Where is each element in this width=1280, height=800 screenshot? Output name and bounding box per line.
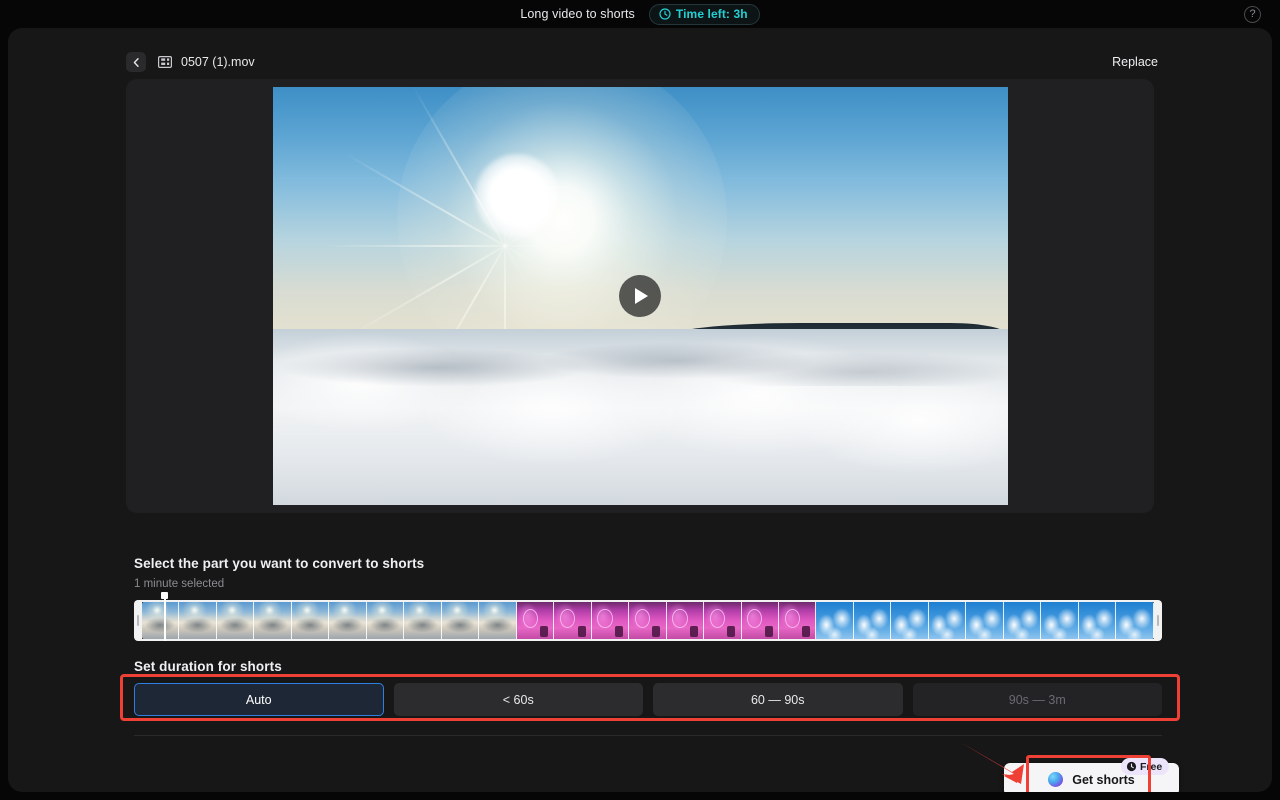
timeline-playhead[interactable] bbox=[164, 595, 166, 641]
free-badge: Free bbox=[1121, 758, 1169, 775]
timeline-thumbnail bbox=[629, 602, 666, 639]
video-cloud-sea bbox=[273, 329, 1008, 505]
timeline-selection-top-edge bbox=[142, 600, 1154, 602]
sun-ray bbox=[321, 245, 551, 247]
timeline-thumbnail bbox=[779, 602, 816, 639]
chevron-left-icon bbox=[131, 57, 142, 68]
timeline-thumbnail bbox=[442, 602, 479, 639]
timeline-thumbnail bbox=[891, 602, 928, 639]
timeline-thumbnail bbox=[704, 602, 741, 639]
timeline-thumbnail bbox=[667, 602, 704, 639]
top-bar: Long video to shorts Time left: 3h ? bbox=[0, 0, 1280, 28]
get-shorts-label: Get shorts bbox=[1072, 773, 1135, 787]
main-card: 0507 (1).mov Replace Select the part you… bbox=[8, 28, 1272, 792]
timeline-thumbnail bbox=[254, 602, 291, 639]
card-header: 0507 (1).mov Replace bbox=[126, 48, 1162, 76]
clock-icon bbox=[1126, 761, 1137, 772]
duration-option-0[interactable]: Auto bbox=[134, 683, 384, 716]
timeline-thumbnail bbox=[1041, 602, 1078, 639]
timeline-scrubber[interactable] bbox=[134, 600, 1162, 641]
timeline-handle-left[interactable] bbox=[134, 600, 142, 641]
replace-button[interactable]: Replace bbox=[1108, 52, 1162, 72]
timeline-thumbnail bbox=[554, 602, 591, 639]
sparkle-orb-icon bbox=[1048, 772, 1063, 787]
video-sun bbox=[475, 154, 559, 238]
time-left-badge: Time left: 3h bbox=[649, 4, 760, 25]
timeline-thumbnail bbox=[1079, 602, 1116, 639]
timeline-thumbnail bbox=[592, 602, 629, 639]
video-frame[interactable] bbox=[273, 87, 1008, 505]
duration-option-1[interactable]: < 60s bbox=[394, 683, 644, 716]
timeline-thumbnail bbox=[179, 602, 216, 639]
duration-section-title: Set duration for shorts bbox=[134, 659, 282, 674]
clock-icon bbox=[659, 8, 671, 20]
timeline-handle-right[interactable] bbox=[1154, 600, 1162, 641]
duration-option-3: 90s — 3m bbox=[913, 683, 1163, 716]
timeline-thumbnail bbox=[517, 602, 554, 639]
timeline-thumbnail bbox=[367, 602, 404, 639]
video-cloud-shadow bbox=[273, 340, 1008, 386]
film-strip-icon bbox=[158, 56, 172, 68]
timeline-selection-bottom-edge bbox=[142, 639, 1154, 641]
play-icon bbox=[635, 288, 648, 304]
app-title: Long video to shorts bbox=[520, 7, 635, 21]
selection-duration-label: 1 minute selected bbox=[134, 578, 224, 590]
timeline-thumbnail bbox=[854, 602, 891, 639]
timeline-thumbnail bbox=[929, 602, 966, 639]
timeline-thumbnail bbox=[966, 602, 1003, 639]
help-icon[interactable]: ? bbox=[1244, 6, 1261, 23]
duration-options-row: Auto < 60s 60 — 90s 90s — 3m bbox=[134, 683, 1162, 716]
video-preview-panel bbox=[126, 79, 1154, 513]
timeline-thumbnail bbox=[292, 602, 329, 639]
duration-option-2[interactable]: 60 — 90s bbox=[653, 683, 903, 716]
timeline-thumbnail bbox=[142, 602, 179, 639]
file-name-label: 0507 (1).mov bbox=[181, 55, 255, 69]
free-badge-label: Free bbox=[1140, 761, 1162, 773]
timeline-thumbnail bbox=[479, 602, 516, 639]
timeline-thumbnail bbox=[1004, 602, 1041, 639]
timeline-thumbnail bbox=[217, 602, 254, 639]
select-section-title: Select the part you want to convert to s… bbox=[134, 556, 424, 571]
timeline-thumbnails[interactable] bbox=[142, 602, 1154, 639]
timeline-thumbnail bbox=[1116, 602, 1153, 639]
timeline-thumbnail bbox=[404, 602, 441, 639]
timeline-thumbnail bbox=[329, 602, 366, 639]
back-button[interactable] bbox=[126, 52, 146, 72]
timeline-thumbnail bbox=[816, 602, 853, 639]
play-button[interactable] bbox=[619, 275, 661, 317]
footer-divider bbox=[134, 735, 1162, 736]
time-left-label: Time left: 3h bbox=[676, 7, 748, 21]
timeline-thumbnail bbox=[742, 602, 779, 639]
